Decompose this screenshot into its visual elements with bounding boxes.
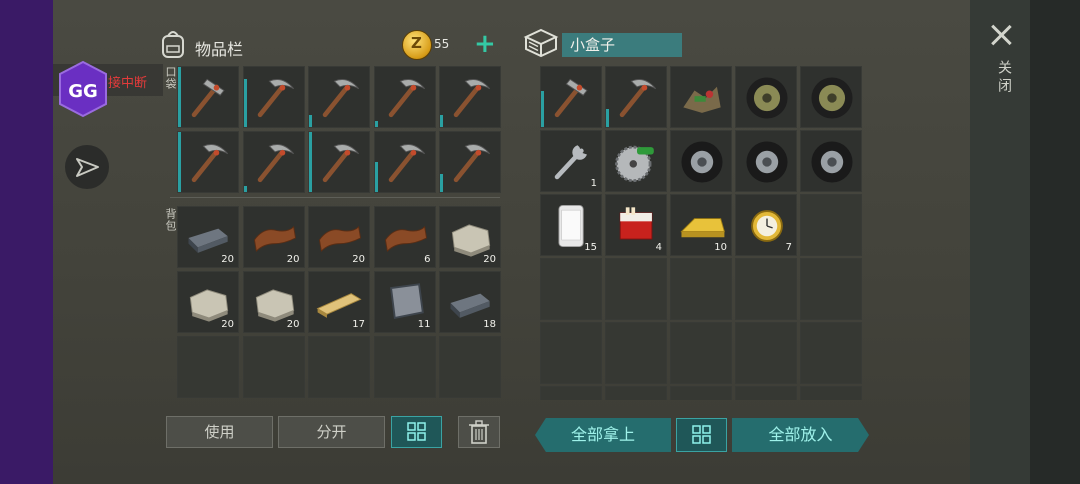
item-quantity: 1 [590,178,597,189]
empty-slot[interactable] [605,258,667,320]
tire-icon [746,141,788,183]
trash-icon [469,420,489,444]
box-grid: 1 15 4 10 7 [0,0,1080,400]
item-slot-wrench[interactable]: 1 [540,130,602,192]
item-slot-tire[interactable] [735,130,797,192]
empty-slot[interactable] [735,386,797,400]
empty-slot[interactable] [800,386,862,400]
pickaxe-icon [619,79,657,118]
item-slot-phone[interactable]: 15 [540,194,602,256]
empty-slot[interactable] [670,258,732,320]
empty-slot[interactable] [670,386,732,400]
saw-blade-icon [615,145,654,183]
wheel-icon [746,77,788,119]
item-slot-gold-watch[interactable]: 7 [735,194,797,256]
item-slot-tire[interactable] [800,130,862,192]
durability-bar [541,91,544,127]
empty-slot[interactable] [605,386,667,400]
tire-icon [811,141,853,183]
tire-icon [681,141,723,183]
item-slot-wheel[interactable] [735,66,797,128]
empty-slot[interactable] [670,322,732,384]
game-screen: GG 接中断 物品栏 Z 55 + 小盒子 关闭 口袋 背包 20 20 20 6 20… [0,0,1080,484]
empty-slot[interactable] [735,258,797,320]
put-all-button[interactable]: 全部放入 [732,418,869,452]
take-all-button[interactable]: 全部拿上 [535,418,671,452]
grid-icon [407,422,426,441]
empty-slot[interactable] [540,258,602,320]
empty-slot[interactable] [735,322,797,384]
sort-button[interactable] [391,416,442,448]
item-quantity: 7 [785,242,792,253]
item-slot-tire[interactable] [670,130,732,192]
scrap-icon [683,86,721,113]
item-slot-saw-blade[interactable] [605,130,667,192]
empty-slot[interactable] [540,386,602,400]
item-slot-wheel[interactable] [800,66,862,128]
use-button[interactable]: 使用 [166,416,273,448]
empty-slot[interactable] [800,194,862,256]
box-sort-button[interactable] [676,418,727,452]
item-slot-pickaxe[interactable] [605,66,667,128]
trash-button[interactable] [458,416,500,448]
durability-bar [606,109,609,127]
empty-slot[interactable] [800,322,862,384]
empty-slot[interactable] [605,322,667,384]
split-button[interactable]: 分开 [278,416,385,448]
grid-icon [692,425,711,444]
wheel-icon [811,77,853,119]
item-slot-gold-bar[interactable]: 10 [670,194,732,256]
item-quantity: 10 [714,242,727,253]
item-slot-scrap[interactable] [670,66,732,128]
empty-slot[interactable] [540,322,602,384]
item-quantity: 15 [584,242,597,253]
hammer-icon [554,78,588,118]
item-slot-cigarettes[interactable]: 4 [605,194,667,256]
item-slot-hammer[interactable] [540,66,602,128]
item-quantity: 4 [655,242,662,253]
empty-slot[interactable] [800,258,862,320]
